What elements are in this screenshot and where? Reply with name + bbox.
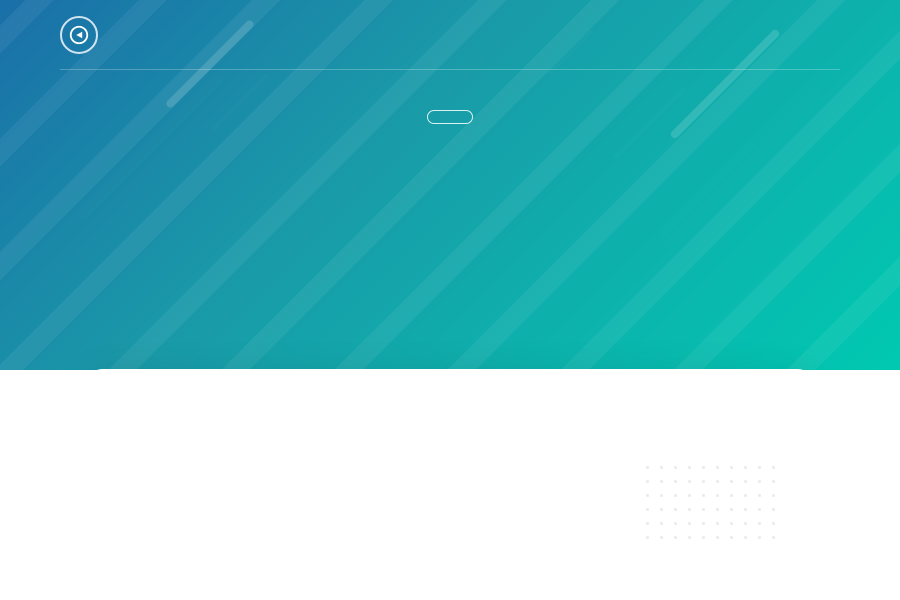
dot [744, 536, 747, 539]
dot [660, 536, 663, 539]
dot [674, 522, 677, 525]
search-card: ▾ ▾ [90, 369, 810, 370]
dot [688, 536, 691, 539]
nav-logo-icon [60, 16, 98, 54]
dot [674, 466, 677, 469]
dot [772, 480, 775, 483]
dot [660, 508, 663, 511]
dot [660, 480, 663, 483]
dot [744, 508, 747, 511]
dot [702, 480, 705, 483]
dot [688, 508, 691, 511]
dot [646, 508, 649, 511]
dot [702, 494, 705, 497]
dot [730, 522, 733, 525]
dot [730, 494, 733, 497]
dot [646, 494, 649, 497]
dot [702, 466, 705, 469]
tab-google[interactable] [118, 369, 158, 370]
search-tabs [90, 369, 810, 370]
dot [716, 494, 719, 497]
dot [716, 480, 719, 483]
dot [744, 522, 747, 525]
bottom-area: const dotPattern = document.querySelecto… [0, 370, 900, 600]
dot [660, 522, 663, 525]
dot [702, 508, 705, 511]
dot [688, 480, 691, 483]
dot [730, 480, 733, 483]
navbar [0, 0, 900, 70]
nav-brand [60, 16, 110, 54]
dot [688, 466, 691, 469]
dot [730, 508, 733, 511]
dot [772, 522, 775, 525]
dot [758, 522, 761, 525]
dot-pattern-decoration: const dotPattern = document.querySelecto… [640, 460, 840, 580]
dot [772, 536, 775, 539]
dot [758, 508, 761, 511]
dot [688, 494, 691, 497]
dot [646, 522, 649, 525]
dot [716, 508, 719, 511]
dot [758, 466, 761, 469]
dot [758, 494, 761, 497]
dot [744, 494, 747, 497]
dot [744, 480, 747, 483]
dot [772, 508, 775, 511]
dot [716, 536, 719, 539]
dot [772, 494, 775, 497]
dot [646, 536, 649, 539]
logo-svg [68, 24, 90, 46]
tab-youtube[interactable] [158, 369, 198, 370]
dot [772, 466, 775, 469]
dot [744, 466, 747, 469]
dot [730, 536, 733, 539]
dot [674, 480, 677, 483]
dot [758, 536, 761, 539]
tab-amazon[interactable] [198, 369, 238, 370]
hero-content [0, 70, 900, 160]
dot [660, 494, 663, 497]
dot [730, 466, 733, 469]
dot [674, 536, 677, 539]
dot [674, 508, 677, 511]
dot [660, 466, 663, 469]
dot [716, 522, 719, 525]
hero-badge [427, 110, 473, 124]
dot [688, 522, 691, 525]
dot [758, 480, 761, 483]
dot [646, 480, 649, 483]
dot [702, 536, 705, 539]
dot [674, 494, 677, 497]
hero-section: ▾ ▾ [0, 0, 900, 370]
dot [716, 466, 719, 469]
dot [646, 466, 649, 469]
dot [702, 522, 705, 525]
